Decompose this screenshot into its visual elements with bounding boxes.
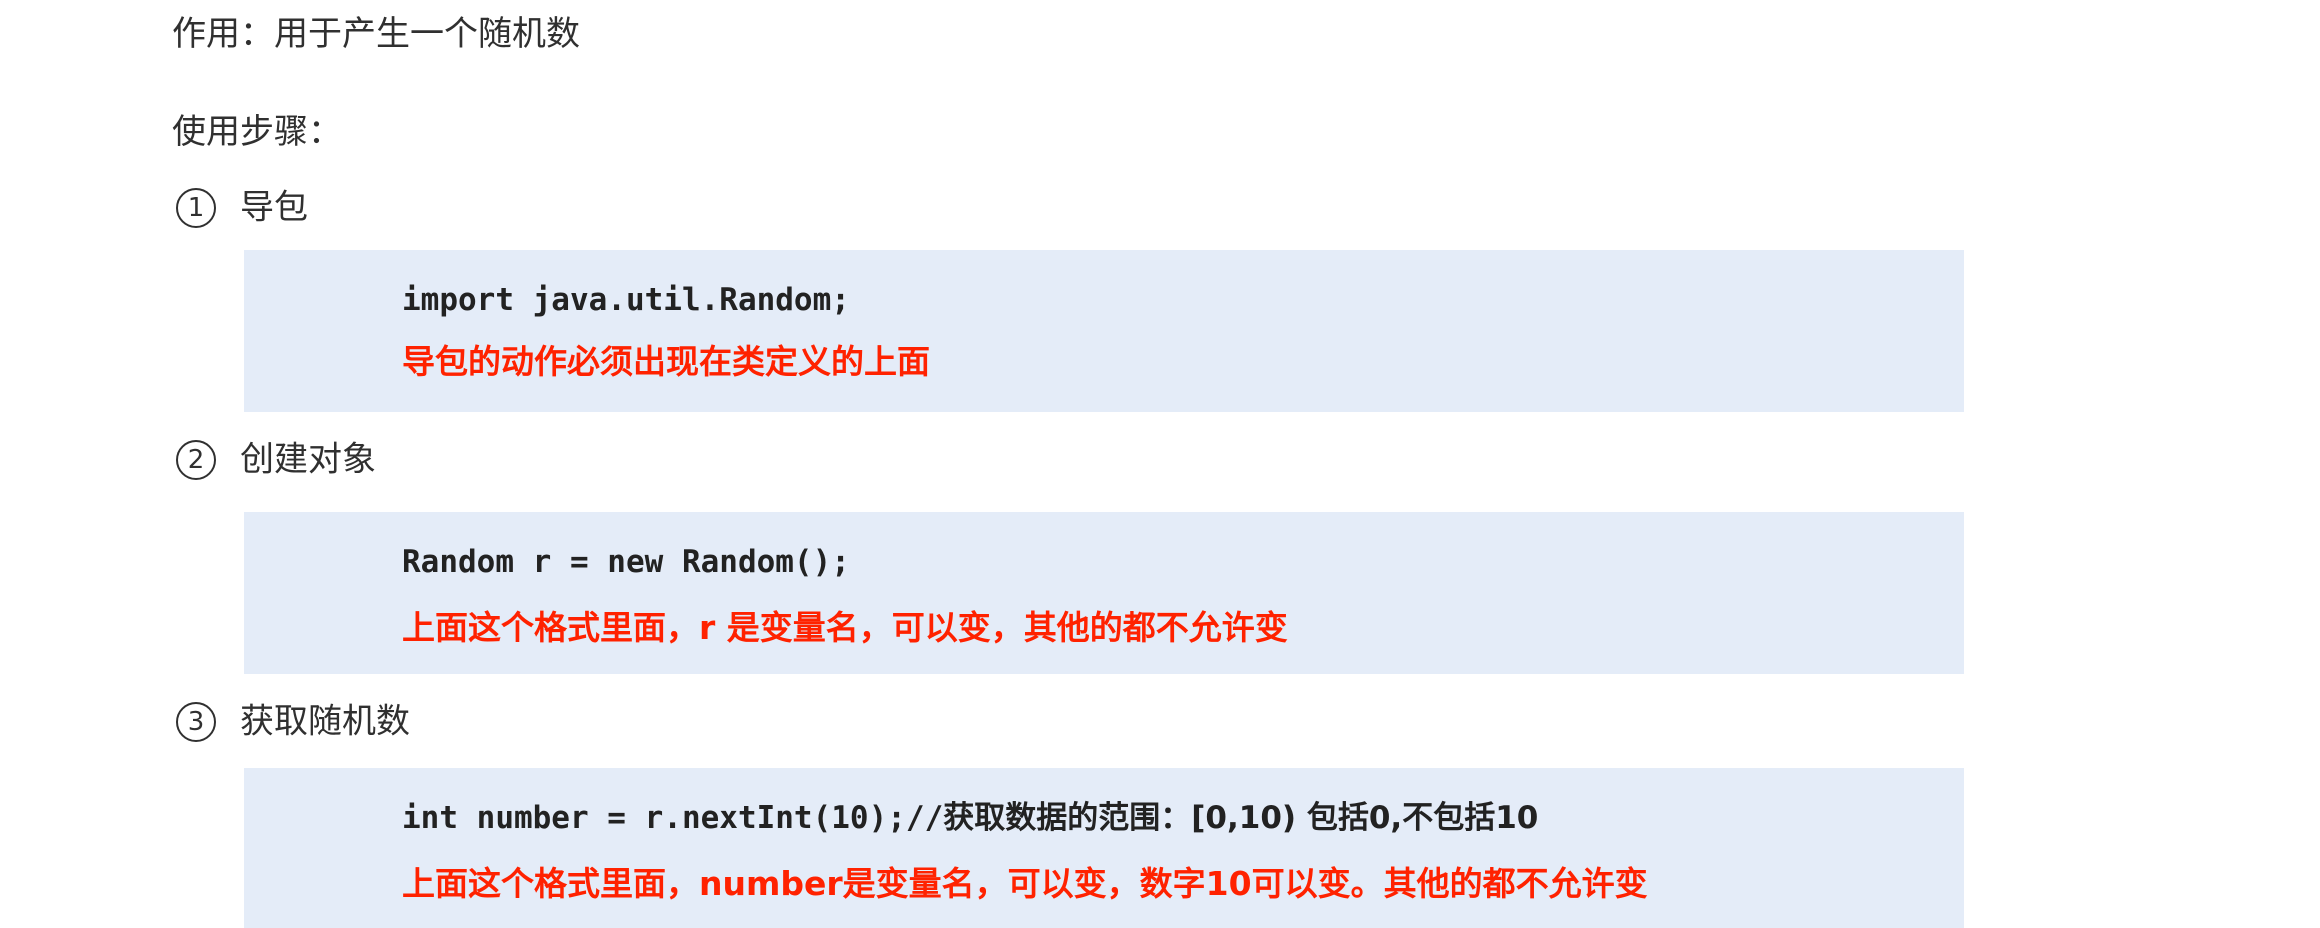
step-3-note: 上面这个格式里面，number是变量名，可以变，数字10可以变。其他的都不允许变	[402, 864, 1648, 903]
step-3-number: 3	[176, 701, 216, 742]
step-1-code-text: import java.util.Random;	[402, 282, 850, 318]
step-2-code-box: Random r = new Random(); 上面这个格式里面，r 是变量名…	[244, 512, 1964, 674]
step-2-note: 上面这个格式里面，r 是变量名，可以变，其他的都不允许变	[402, 608, 1288, 647]
step-2-code: Random r = new Random();	[402, 542, 850, 582]
step-3-code-text: int number = r.nextInt(10);//	[402, 800, 944, 836]
step-2-label: 创建对象	[240, 439, 376, 480]
step-3-code-comment: 获取数据的范围：[0,10) 包括0,不包括10	[943, 800, 1539, 836]
step-1-title: 1 导包	[176, 186, 308, 228]
step-1-number: 1	[176, 187, 216, 228]
step-3-label: 获取随机数	[240, 701, 410, 742]
step-2-code-text: Random r = new Random();	[402, 544, 850, 580]
step-3-code-box: int number = r.nextInt(10);//获取数据的范围：[0,…	[244, 768, 1964, 928]
step-1-code: import java.util.Random;	[402, 280, 850, 320]
step-3-code: int number = r.nextInt(10);//获取数据的范围：[0,…	[402, 798, 1538, 838]
step-2-title: 2 创建对象	[176, 438, 376, 480]
step-1-label: 导包	[240, 187, 308, 228]
step-1-code-box: import java.util.Random; 导包的动作必须出现在类定义的上…	[244, 250, 1964, 412]
step-2-number: 2	[176, 439, 216, 480]
step-1-note: 导包的动作必须出现在类定义的上面	[402, 342, 930, 381]
purpose-text: 作用：用于产生一个随机数	[172, 14, 580, 54]
steps-heading: 使用步骤：	[172, 112, 342, 152]
step-3-title: 3 获取随机数	[176, 700, 410, 742]
